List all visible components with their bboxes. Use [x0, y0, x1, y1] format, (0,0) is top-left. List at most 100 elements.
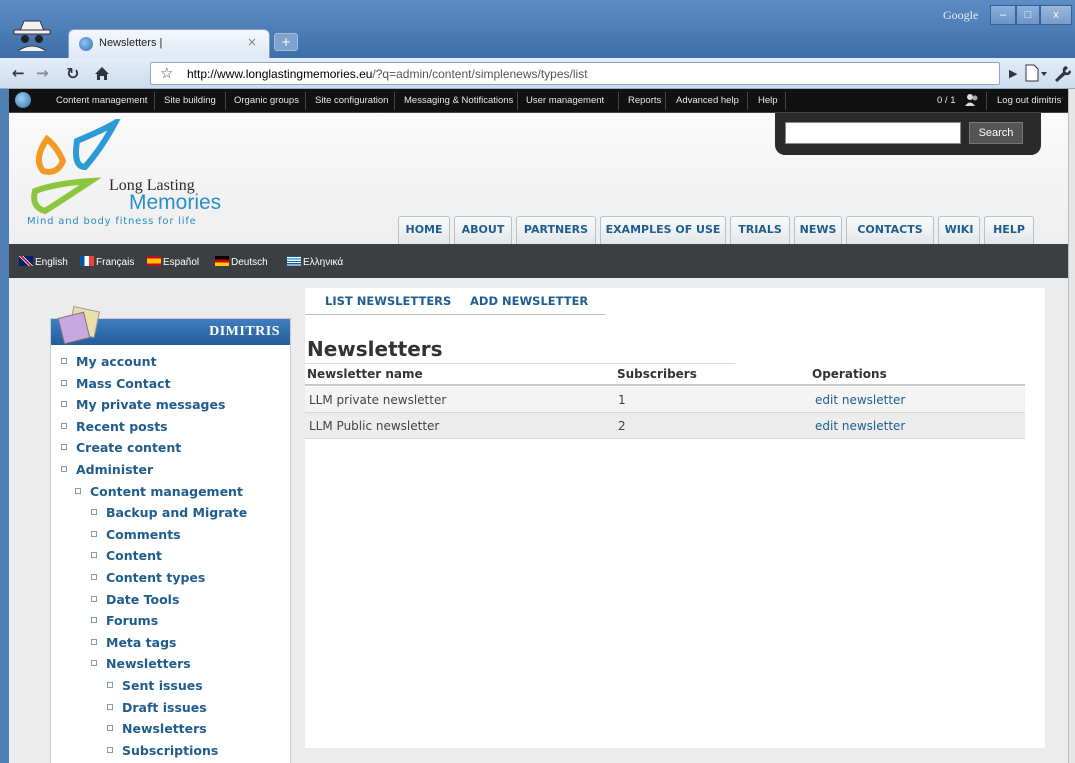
new-tab-button[interactable]: +	[274, 33, 298, 51]
spain-flag-icon	[147, 256, 161, 266]
bullet-icon	[91, 509, 97, 516]
edit-newsletter-link[interactable]: edit newsletter	[815, 393, 905, 407]
bullet-icon	[61, 358, 67, 364]
logout-link[interactable]: Log out dimitris	[997, 95, 1061, 106]
bullet-icon	[91, 617, 97, 624]
bookmark-star-icon[interactable]: ☆	[160, 64, 173, 82]
tab-close-button[interactable]: ×	[247, 35, 257, 49]
france-flag-icon	[80, 256, 94, 266]
nav-wiki[interactable]: WIKI	[938, 216, 980, 244]
bullet-icon	[91, 660, 97, 667]
page-menu-icon[interactable]	[1024, 64, 1048, 82]
menu-item[interactable]: Content management	[75, 484, 243, 499]
wrench-icon[interactable]	[1052, 64, 1075, 82]
bullet-icon	[61, 422, 67, 429]
bullet-icon	[107, 725, 113, 732]
menu-item[interactable]: Newsletters	[91, 656, 191, 671]
users-icon	[965, 94, 978, 106]
drupal-icon[interactable]	[15, 92, 31, 108]
forward-arrow-icon[interactable]: →	[36, 64, 49, 82]
menu-item[interactable]: Forums	[91, 613, 158, 628]
nav-trials[interactable]: TRIALS	[730, 216, 790, 244]
menu-item[interactable]: My private messages	[61, 397, 225, 412]
nav-about[interactable]: ABOUT	[454, 216, 512, 244]
menu-item[interactable]: Draft issues	[107, 700, 207, 715]
bullet-icon	[91, 638, 97, 645]
menu-item[interactable]: Administer	[61, 462, 153, 477]
menu-item[interactable]: Comments	[91, 527, 181, 542]
bullet-icon	[91, 530, 97, 537]
browser-toolbar: ← → ↻ ☆ http://www.longlastingmemories.e…	[0, 58, 1075, 89]
menu-item-label: Mass Contact	[76, 375, 171, 391]
nav-home[interactable]: HOME	[398, 216, 450, 244]
admin-reports[interactable]: Reports	[628, 95, 661, 106]
content-area: DIMITRIS My account Mass Contact My privat…	[9, 278, 1068, 763]
menu-item-label: Recent posts	[76, 418, 168, 434]
menu-item-label: My private messages	[76, 397, 226, 413]
nav-contacts[interactable]: CONTACTS	[846, 216, 934, 244]
tab-add-newsletter[interactable]: ADD NEWSLETTER	[470, 294, 588, 308]
menu-item[interactable]: Sent issues	[107, 678, 203, 693]
tab-title: Newsletters |	[99, 37, 163, 49]
bullet-icon	[61, 466, 67, 472]
admin-menu-bar: Content management Site building Organic…	[9, 89, 1068, 113]
bullet-icon	[61, 401, 67, 408]
lang-espanol[interactable]: Español	[147, 256, 199, 268]
admin-site-configuration[interactable]: Site configuration	[315, 95, 388, 106]
page-scrollbar[interactable]	[1068, 89, 1075, 763]
menu-item[interactable]: Recent posts	[61, 419, 168, 434]
menu-item[interactable]: Content	[91, 548, 162, 563]
minimize-button[interactable]: –	[990, 5, 1016, 25]
newsletter-name: LLM private newsletter	[309, 393, 447, 407]
admin-site-building[interactable]: Site building	[164, 95, 216, 106]
nav-partners[interactable]: PARTNERS	[516, 216, 596, 244]
lang-greek[interactable]: Ελληνικά	[287, 256, 343, 268]
reload-icon[interactable]: ↻	[66, 64, 79, 83]
lang-francais[interactable]: Français	[80, 256, 134, 268]
browser-tab[interactable]: Newsletters | ×	[68, 29, 270, 58]
table-row: LLM Public newsletter 2 edit newsletter	[305, 413, 1025, 439]
admin-advanced-help[interactable]: Advanced help	[676, 95, 739, 106]
menu-item[interactable]: Subscriptions	[107, 743, 218, 758]
menu-item[interactable]: Backup and Migrate	[91, 505, 247, 520]
menu-item[interactable]: Date Tools	[91, 592, 179, 607]
bullet-icon	[91, 552, 97, 559]
tab-list-newsletters[interactable]: LIST NEWSLETTERS	[325, 294, 451, 308]
lang-english[interactable]: English	[19, 256, 68, 268]
menu-item[interactable]: Create content	[61, 440, 181, 455]
nav-help[interactable]: HELP	[984, 216, 1034, 244]
admin-organic-groups[interactable]: Organic groups	[234, 95, 299, 106]
main-content: LIST NEWSLETTERS ADD NEWSLETTER Newslett…	[305, 288, 1045, 748]
user-menu-block: DIMITRIS My account Mass Contact My privat…	[50, 305, 291, 763]
site-favicon-icon	[79, 37, 93, 51]
menu-item[interactable]: My account	[61, 354, 157, 369]
home-icon[interactable]	[94, 66, 110, 81]
nav-news[interactable]: NEWS	[794, 216, 842, 244]
menu-item[interactable]: Newsletters	[107, 721, 207, 736]
play-icon[interactable]: ▶	[1009, 67, 1017, 80]
menu-item[interactable]: Meta tags	[91, 635, 176, 650]
bullet-icon	[91, 595, 97, 602]
menu-item-label: Meta tags	[106, 634, 177, 650]
user-avatar-icon	[57, 305, 101, 345]
site-logo[interactable]: Long Lasting Memories Mind and body fitn…	[27, 119, 257, 229]
url-host: http://www.longlastingmemories.eu	[187, 67, 373, 81]
admin-user-management[interactable]: User management	[526, 95, 604, 106]
admin-help[interactable]: Help	[758, 95, 778, 106]
admin-content-management[interactable]: Content management	[56, 95, 147, 106]
back-arrow-icon[interactable]: ←	[12, 64, 25, 82]
search-input[interactable]	[785, 122, 961, 144]
admin-messaging-notifications[interactable]: Messaging & Notifications	[404, 95, 513, 106]
address-bar[interactable]: ☆ http://www.longlastingmemories.eu/?q=a…	[150, 62, 1000, 85]
edit-newsletter-link[interactable]: edit newsletter	[815, 419, 905, 433]
nav-examples-of-use[interactable]: EXAMPLES OF USE	[600, 216, 726, 244]
close-window-button[interactable]: x	[1040, 5, 1072, 25]
search-button[interactable]: Search	[969, 122, 1023, 144]
menu-item[interactable]: Mass Contact	[61, 376, 171, 391]
lang-deutsch[interactable]: Deutsch	[215, 256, 268, 268]
menu-item-label: Content	[106, 548, 162, 564]
bullet-icon	[61, 379, 67, 386]
menu-item-label: Subscriptions	[122, 742, 219, 758]
maximize-button[interactable]: □	[1016, 5, 1040, 25]
menu-item[interactable]: Content types	[91, 570, 205, 585]
